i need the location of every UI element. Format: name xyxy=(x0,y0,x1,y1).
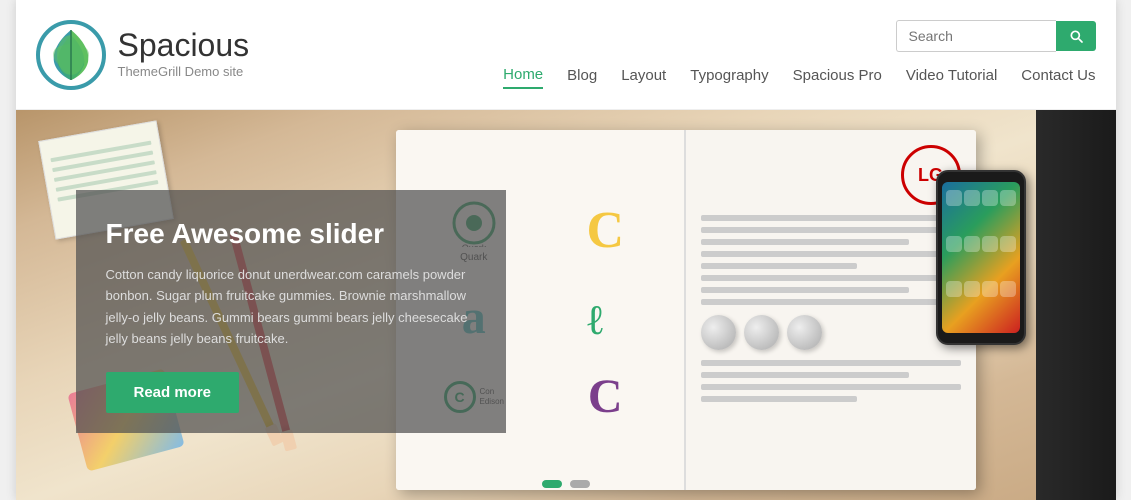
app-icon-2 xyxy=(964,190,980,206)
slider-dot-2[interactable] xyxy=(570,480,590,488)
nav-item-spacious-pro[interactable]: Spacious Pro xyxy=(793,63,882,88)
app-icon-1 xyxy=(946,190,962,206)
site-header: Spacious ThemeGrill Demo site Home Blog … xyxy=(16,0,1116,110)
nav-item-blog[interactable]: Blog xyxy=(567,63,597,88)
nav-item-layout[interactable]: Layout xyxy=(621,63,666,88)
phone-decoration xyxy=(936,170,1026,345)
text-line-5 xyxy=(701,263,857,269)
site-logo-icon xyxy=(36,20,106,90)
leaf-icon: ℓ xyxy=(585,294,625,342)
text-line-10 xyxy=(701,372,909,378)
search-button[interactable] xyxy=(1056,21,1096,51)
nav-item-typography[interactable]: Typography xyxy=(690,63,768,88)
c-purple-logo: C xyxy=(547,365,664,429)
right-dark-panel xyxy=(1036,110,1116,500)
app-icon-10 xyxy=(964,281,980,297)
app-icon-4 xyxy=(1000,190,1016,206)
slider-title: Free Awesome slider xyxy=(106,218,476,250)
text-line-1 xyxy=(701,215,961,221)
c-yellow-logo: C xyxy=(547,191,664,271)
site-title: Spacious xyxy=(118,28,250,63)
site-tagline: ThemeGrill Demo site xyxy=(118,64,244,79)
search-input[interactable] xyxy=(896,20,1056,52)
text-line-8 xyxy=(701,299,961,305)
book-text-lines xyxy=(701,215,961,305)
app-icon-9 xyxy=(946,281,962,297)
logo-text: Spacious ThemeGrill Demo site xyxy=(118,28,250,81)
app-icon-12 xyxy=(1000,281,1016,297)
app-icon-6 xyxy=(964,236,980,252)
text-line-4 xyxy=(701,251,961,257)
leaf-logo: ℓ xyxy=(547,286,664,350)
text-line-6 xyxy=(701,275,961,281)
dot-circle-1 xyxy=(701,315,736,350)
dot-circle-3 xyxy=(787,315,822,350)
main-nav: Home Blog Layout Typography Spacious Pro… xyxy=(503,62,1095,89)
read-more-button[interactable]: Read more xyxy=(106,372,240,413)
logo-area: Spacious ThemeGrill Demo site xyxy=(36,20,250,90)
book-text-lines-2 xyxy=(701,360,961,402)
book-right-page: LG xyxy=(686,130,976,490)
app-icon-5 xyxy=(946,236,962,252)
svg-text:ℓ: ℓ xyxy=(585,298,605,342)
dots-section xyxy=(701,315,961,350)
nav-item-contact-us[interactable]: Contact Us xyxy=(1021,63,1095,88)
app-icon-11 xyxy=(982,281,998,297)
search-icon xyxy=(1068,28,1084,44)
hero-slider: Quark Quark C a xyxy=(16,110,1116,500)
dot-circle-2 xyxy=(744,315,779,350)
app-icon-7 xyxy=(982,236,998,252)
app-icon-8 xyxy=(1000,236,1016,252)
header-right: Home Blog Layout Typography Spacious Pro… xyxy=(503,20,1095,89)
slider-dots xyxy=(542,480,590,488)
app-icon-3 xyxy=(982,190,998,206)
phone-screen xyxy=(942,182,1020,333)
text-line-7 xyxy=(701,287,909,293)
nav-item-home[interactable]: Home xyxy=(503,62,543,89)
slider-overlay: Free Awesome slider Cotton candy liquori… xyxy=(76,190,506,433)
nav-item-video-tutorial[interactable]: Video Tutorial xyxy=(906,63,997,88)
slider-dot-1[interactable] xyxy=(542,480,562,488)
slider-body: Cotton candy liquorice donut unerdwear.c… xyxy=(106,264,476,350)
text-line-9 xyxy=(701,360,961,366)
text-line-2 xyxy=(701,227,961,233)
text-line-11 xyxy=(701,384,961,390)
search-area xyxy=(896,20,1096,52)
text-line-12 xyxy=(701,396,857,402)
text-line-3 xyxy=(701,239,909,245)
